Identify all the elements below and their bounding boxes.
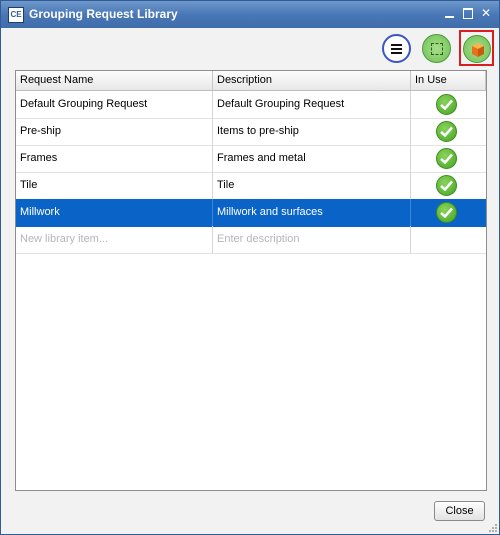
title-bar[interactable]: CE Grouping Request Library ✕ (1, 1, 499, 28)
orange-box-icon (472, 43, 484, 57)
request-name-cell: Tile (16, 172, 213, 199)
description-cell: Items to pre-ship (213, 118, 411, 145)
in-use-cell[interactable] (411, 91, 486, 118)
close-window-button[interactable]: ✕ (479, 6, 493, 20)
new-item-description-input[interactable]: Enter description (213, 226, 411, 253)
table-header: Request Name Description In Use (16, 71, 486, 91)
close-icon: ✕ (480, 6, 492, 20)
minimize-icon (445, 16, 454, 18)
description-cell: Frames and metal (213, 145, 411, 172)
maximize-icon (463, 8, 473, 19)
library-box-button[interactable] (463, 35, 491, 63)
grouping-request-library-window: CE Grouping Request Library ✕ Request Na… (0, 0, 500, 535)
checkmark-icon (436, 94, 457, 115)
hamburger-menu-icon (391, 44, 402, 56)
app-icon: CE (8, 7, 24, 23)
checkmark-icon (436, 202, 457, 223)
select-button[interactable] (422, 34, 451, 63)
description-cell: Tile (213, 172, 411, 199)
request-table[interactable]: Request Name Description In Use Default … (15, 70, 487, 491)
table-row[interactable]: Tile Tile (16, 172, 486, 200)
request-name-cell: Pre-ship (16, 118, 213, 145)
table-row[interactable]: Pre-ship Items to pre-ship (16, 118, 486, 146)
in-use-cell[interactable] (411, 172, 486, 199)
minimize-button[interactable] (443, 6, 457, 20)
in-use-cell[interactable] (411, 199, 486, 226)
column-header-description[interactable]: Description (213, 71, 411, 90)
request-name-cell: Default Grouping Request (16, 91, 213, 118)
column-header-in-use[interactable]: In Use (411, 71, 486, 90)
table-row[interactable]: Default Grouping Request Default Groupin… (16, 91, 486, 119)
column-header-request-name[interactable]: Request Name (16, 71, 213, 90)
description-cell: Millwork and surfaces (213, 199, 411, 226)
window-title: Grouping Request Library (29, 7, 178, 21)
checkmark-icon (436, 121, 457, 142)
request-name-cell: Frames (16, 145, 213, 172)
menu-button[interactable] (382, 34, 411, 63)
request-name-cell: Millwork (16, 199, 213, 226)
checkmark-icon (436, 148, 457, 169)
resize-grip-icon[interactable] (489, 524, 498, 533)
checkmark-icon (436, 175, 457, 196)
new-item-name-input[interactable]: New library item... (16, 226, 213, 253)
table-row[interactable]: Frames Frames and metal (16, 145, 486, 173)
maximize-button[interactable] (461, 6, 475, 20)
dashed-selection-icon (431, 43, 443, 55)
new-item-row[interactable]: New library item... Enter description (16, 226, 486, 254)
table-row-selected[interactable]: Millwork Millwork and surfaces (16, 199, 486, 227)
in-use-cell[interactable] (411, 118, 486, 145)
close-button[interactable]: Close (434, 501, 485, 521)
new-item-in-use-cell[interactable] (411, 226, 486, 253)
description-cell: Default Grouping Request (213, 91, 411, 118)
in-use-cell[interactable] (411, 145, 486, 172)
